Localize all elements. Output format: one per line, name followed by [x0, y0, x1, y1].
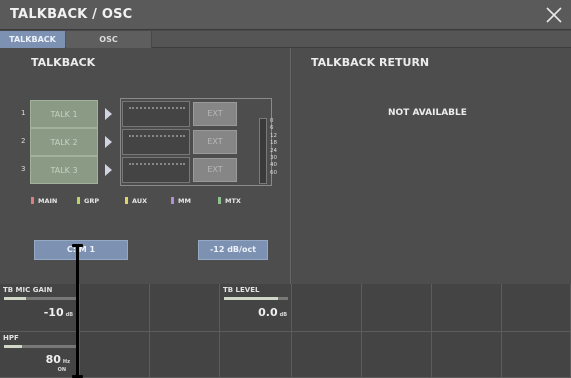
empty-cell [432, 332, 502, 378]
knob-label: TB MIC GAIN [3, 286, 53, 294]
knob-value: 0.0 dB [258, 306, 287, 319]
tab-osc[interactable]: OSC [66, 31, 152, 48]
arrow-right-icon [105, 164, 112, 176]
talk-1-button[interactable]: TALK 1 [30, 100, 98, 128]
hpf-on-indicator: ON [57, 367, 66, 373]
hpf-knob[interactable]: HPF 80 Hz ON [0, 332, 80, 378]
knob-label: TB LEVEL [223, 286, 260, 294]
arrow-right-icon [105, 136, 112, 148]
knob-grid: TB MIC GAIN -10 dB TB LEVEL 0.0 dB HPF 80 H… [0, 284, 571, 378]
empty-cell [362, 332, 432, 378]
not-available-text: NOT AVAILABLE [388, 108, 467, 118]
meter-tick: 30 [270, 155, 277, 162]
empty-cell [502, 284, 571, 332]
meter-tick: 6 [270, 125, 274, 132]
empty-cell [220, 332, 292, 378]
talk-number: 3 [21, 165, 26, 173]
legend-mtx: MTX [218, 197, 241, 205]
text-cursor-icon [76, 247, 79, 378]
empty-cell [150, 332, 220, 378]
empty-cell [150, 284, 220, 332]
level-gauge [224, 297, 288, 300]
legend-main: MAIN [31, 197, 57, 205]
legend-mm: MM [171, 197, 191, 205]
tab-bar: TALKBACK OSC [0, 31, 571, 48]
talk-2-ext-button[interactable]: EXT [193, 130, 237, 154]
empty-cell [80, 332, 150, 378]
meter-tick: 0 [270, 118, 274, 124]
empty-cell [80, 284, 150, 332]
talkback-return-panel: TALKBACK RETURN NOT AVAILABLE [292, 48, 571, 284]
empty-cell [292, 332, 362, 378]
empty-cell [502, 332, 571, 378]
meter-tick: 12 [270, 132, 277, 139]
knob-value: 80 Hz [45, 353, 70, 366]
tb-mic-gain-knob[interactable]: TB MIC GAIN -10 dB [0, 284, 80, 332]
talk-row-2: 2 TALK 2 EXT [20, 128, 250, 156]
meter-tick: 18 [270, 140, 277, 147]
knob-value: -10 dB [43, 306, 73, 319]
empty-cell [292, 284, 362, 332]
talk-3-button[interactable]: TALK 3 [30, 156, 98, 184]
talk-1-destination[interactable] [122, 101, 190, 127]
knob-label: HPF [3, 334, 19, 342]
talk-3-ext-button[interactable]: EXT [193, 158, 237, 182]
talkback-title: TALKBACK [31, 56, 96, 69]
meter-scale: 0 6 12 18 24 30 40 60 [270, 118, 290, 177]
input-select-button[interactable]: C: M 1 [34, 240, 128, 260]
meter-tick: 60 [270, 169, 277, 176]
talk-3-destination[interactable] [122, 157, 190, 183]
empty-cell [432, 284, 502, 332]
level-meter [259, 118, 267, 184]
legend-aux: AUX [125, 197, 147, 205]
close-icon[interactable] [543, 4, 565, 26]
gain-gauge [4, 297, 76, 300]
tab-talkback[interactable]: TALKBACK [0, 31, 65, 48]
meter-tick: 40 [270, 162, 277, 169]
title-bar: TALKBACK / OSC [0, 0, 571, 30]
hpf-slope-button[interactable]: -12 dB/oct [198, 240, 268, 260]
empty-cell [362, 284, 432, 332]
hpf-gauge [4, 345, 76, 348]
talk-1-ext-button[interactable]: EXT [193, 102, 237, 126]
talk-number: 1 [21, 109, 26, 117]
talk-2-button[interactable]: TALK 2 [30, 128, 98, 156]
arrow-right-icon [105, 108, 112, 120]
legend-grp: GRP [77, 197, 99, 205]
talk-row-1: 1 TALK 1 EXT [20, 100, 250, 128]
meter-tick: 24 [270, 147, 277, 154]
window-title: TALKBACK / OSC [10, 7, 133, 22]
talkback-return-title: TALKBACK RETURN [311, 56, 430, 69]
talk-row-3: 3 TALK 3 EXT [20, 156, 250, 184]
talk-number: 2 [21, 137, 26, 145]
talk-2-destination[interactable] [122, 129, 190, 155]
tb-level-knob[interactable]: TB LEVEL 0.0 dB [220, 284, 292, 332]
